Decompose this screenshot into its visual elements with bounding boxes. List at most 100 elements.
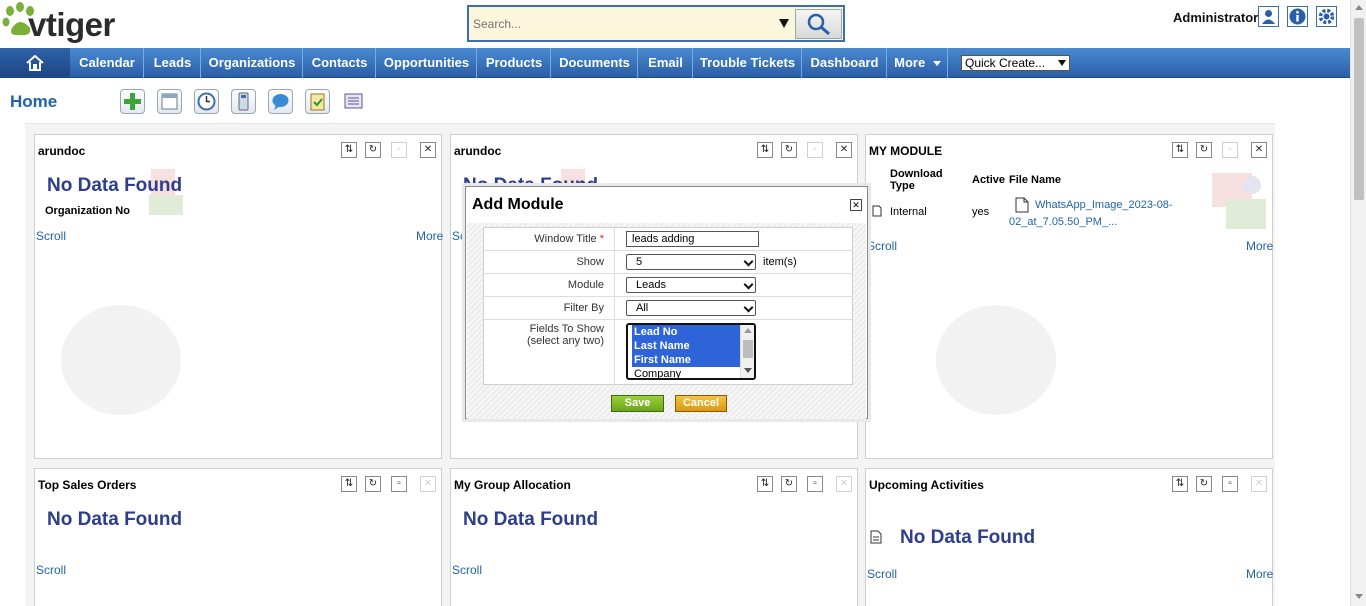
widget-settings-icon[interactable]: ⇅ [757, 476, 773, 492]
widget-minimize-icon[interactable]: ▫ [807, 476, 823, 492]
nav-dashboard[interactable]: Dashboard [803, 48, 887, 78]
no-data-text: No Data Found [47, 509, 183, 530]
fields-scrollbar[interactable] [740, 325, 754, 378]
search-button[interactable] [795, 9, 842, 39]
quick-create-select[interactable]: Quick Create... [961, 55, 1070, 71]
save-button[interactable]: Save [611, 395, 664, 412]
widget-minimize-icon[interactable]: ▫ [1222, 476, 1238, 492]
filter-by-select[interactable]: All [626, 300, 756, 316]
widget-refresh-icon[interactable]: ↻ [365, 476, 381, 492]
show-label: Show [484, 251, 615, 273]
scroll-up-icon[interactable] [1355, 5, 1363, 10]
scroll-link[interactable]: Scroll [867, 239, 897, 253]
calculator-icon[interactable] [231, 89, 256, 114]
row-file-name-line2[interactable]: 02_at_7.05.50_PM_... [1009, 216, 1117, 228]
widget-close-icon[interactable]: ✕ [420, 142, 436, 158]
widget-refresh-icon[interactable]: ↻ [1196, 476, 1212, 492]
scroll-link[interactable]: Scroll [36, 229, 66, 243]
search-input[interactable] [471, 10, 793, 38]
nav-calendar[interactable]: Calendar [71, 48, 144, 78]
widget-close-icon[interactable]: ✕ [836, 142, 852, 158]
page-scrollbar[interactable] [1350, 0, 1366, 606]
widget-minimize-icon[interactable]: ▫ [391, 476, 407, 492]
chevron-down-icon [743, 279, 754, 290]
widget-minimize-icon[interactable]: ▫ [391, 142, 407, 158]
page-title: Home [10, 92, 58, 111]
scroll-down-icon[interactable] [744, 368, 752, 373]
clock-icon[interactable] [194, 89, 219, 114]
clipboard-icon[interactable] [305, 89, 330, 114]
file-icon [1015, 197, 1029, 213]
settings-icon[interactable] [1316, 6, 1337, 27]
widget-refresh-icon[interactable]: ↻ [781, 476, 797, 492]
widget-refresh-icon[interactable]: ↻ [781, 142, 797, 158]
nav-products[interactable]: Products [478, 48, 551, 78]
widget-close-icon[interactable]: ✕ [420, 476, 436, 492]
top-bar: vtiger Administrator [0, 0, 1350, 48]
widget-settings-icon[interactable]: ⇅ [341, 476, 357, 492]
widget-upcoming-activities: Upcoming Activities ⇅ ↻ ▫ ✕ No Data Foun… [865, 468, 1273, 606]
info-icon[interactable] [1287, 6, 1308, 27]
scroll-up-icon[interactable] [744, 328, 752, 333]
nav-email[interactable]: Email [639, 48, 693, 78]
scroll-link[interactable]: Scroll [452, 563, 482, 577]
widget-title: arundoc [454, 144, 502, 158]
nav-opportunities[interactable]: Opportunities [377, 48, 477, 78]
vtiger-logo[interactable]: vtiger [2, 0, 172, 48]
widget-title: arundoc [38, 144, 86, 158]
show-suffix: item(s) [763, 256, 797, 268]
chat-icon[interactable] [268, 89, 293, 114]
chevron-down-icon [743, 256, 754, 267]
add-icon[interactable] [120, 89, 145, 114]
row-file-name-line1[interactable]: WhatsApp_Image_2023-08- [1035, 199, 1173, 211]
widget-minimize-icon[interactable]: ▫ [1222, 142, 1238, 158]
user-name[interactable]: Administrator [1173, 10, 1258, 25]
widget-refresh-icon[interactable]: ↻ [365, 142, 381, 158]
widget-refresh-icon[interactable]: ↻ [1196, 142, 1212, 158]
scroll-down-icon[interactable] [1355, 594, 1363, 599]
more-link[interactable]: More [1246, 567, 1273, 581]
widget-settings-icon[interactable]: ⇅ [1172, 476, 1188, 492]
chevron-down-icon[interactable] [779, 19, 789, 28]
calendar-icon[interactable] [157, 89, 182, 114]
field-option-lead-no[interactable]: Lead No [632, 325, 740, 339]
nav-leads[interactable]: Leads [145, 48, 201, 78]
widget-title: My Group Allocation [454, 478, 571, 492]
widget-settings-icon[interactable]: ⇅ [341, 142, 357, 158]
module-select[interactable]: Leads [626, 277, 756, 293]
nav-home[interactable] [0, 48, 70, 78]
no-data-text: No Data Found [900, 527, 1036, 548]
field-option-company[interactable]: Company [632, 367, 740, 378]
widget-my-group-allocation: My Group Allocation ⇅ ↻ ▫ ✕ No Data Foun… [450, 468, 858, 606]
window-title-input[interactable]: leads adding [626, 231, 759, 247]
scroll-thumb[interactable] [743, 340, 753, 358]
row-filter-by: Filter By All [484, 297, 852, 320]
widget-settings-icon[interactable]: ⇅ [1172, 142, 1188, 158]
window-title-label-text: Window Title [534, 233, 597, 245]
required-mark: * [599, 233, 604, 245]
widget-close-icon[interactable]: ✕ [1251, 476, 1267, 492]
widget-settings-icon[interactable]: ⇅ [757, 142, 773, 158]
widget-minimize-icon[interactable]: ▫ [807, 142, 823, 158]
notes-icon[interactable] [342, 89, 367, 114]
show-select[interactable]: 5 [626, 254, 756, 270]
nav-more[interactable]: More [888, 48, 948, 78]
fields-multiselect[interactable]: Lead No Last Name First Name Company [626, 323, 756, 380]
widget-close-icon[interactable]: ✕ [1251, 142, 1267, 158]
field-option-first-name[interactable]: First Name [632, 353, 740, 367]
user-icon[interactable] [1258, 6, 1279, 27]
field-option-last-name[interactable]: Last Name [632, 339, 740, 353]
widget-title: MY MODULE [869, 144, 943, 158]
scroll-thumb[interactable] [1354, 18, 1364, 200]
nav-organizations[interactable]: Organizations [202, 48, 303, 78]
close-icon[interactable]: ✕ [850, 199, 862, 211]
more-link[interactable]: More [416, 229, 443, 243]
widget-close-icon[interactable]: ✕ [836, 476, 852, 492]
nav-trouble-tickets[interactable]: Trouble Tickets [694, 48, 802, 78]
cancel-button[interactable]: Cancel [675, 395, 727, 412]
nav-documents[interactable]: Documents [552, 48, 638, 78]
nav-contacts[interactable]: Contacts [304, 48, 376, 78]
scroll-link[interactable]: Scroll [36, 563, 66, 577]
more-link[interactable]: More [1246, 239, 1273, 253]
scroll-link[interactable]: Scroll [867, 567, 897, 581]
